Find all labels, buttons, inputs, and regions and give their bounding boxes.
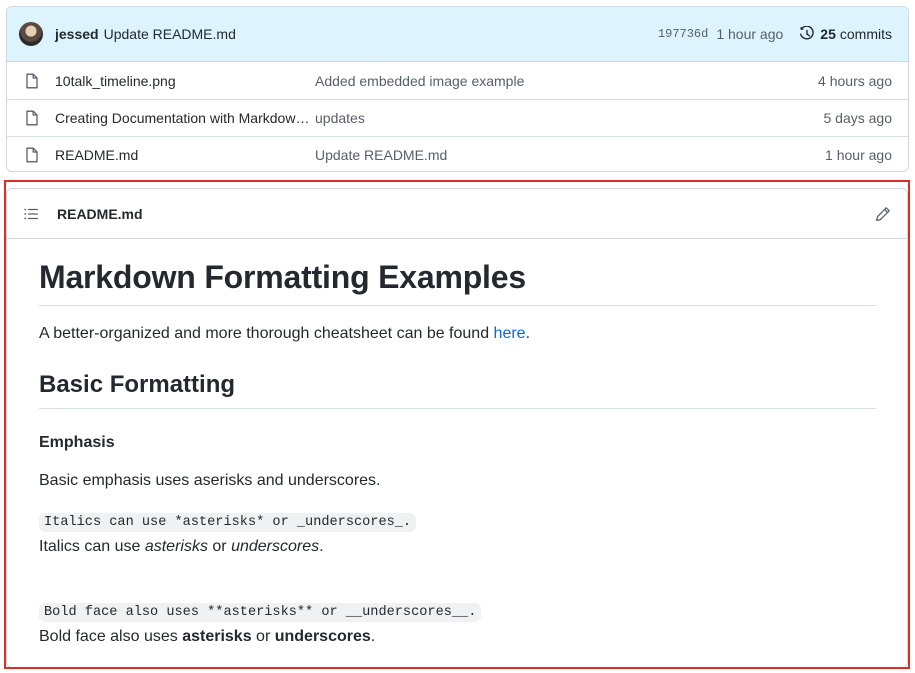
file-name-link[interactable]: README.md (55, 147, 315, 163)
commit-sha[interactable]: 197736d (658, 27, 708, 41)
commit-time: 1 hour ago (716, 26, 784, 42)
file-commit-age: 4 hours ago (818, 72, 892, 89)
file-commit-message[interactable]: Added embedded image example (315, 73, 818, 89)
commits-count: 25 (820, 26, 836, 42)
commit-author[interactable]: jessed (55, 26, 99, 42)
commits-history-link[interactable]: 25 commits (799, 26, 892, 42)
latest-commit-bar: jessed Update README.md 197736d 1 hour a… (7, 7, 908, 62)
avatar[interactable] (19, 22, 43, 46)
commits-label: commits (839, 26, 892, 42)
file-commit-age: 1 hour ago (825, 147, 892, 163)
file-name-link[interactable]: 10talk_timeline.png (55, 73, 315, 89)
file-commit-age: 5 days ago (823, 110, 893, 126)
file-commit-message[interactable]: updates (315, 110, 824, 126)
file-commit-message[interactable]: Update README.md (315, 147, 825, 163)
highlight-frame (4, 180, 910, 669)
file-row: README.md Update README.md 1 hour ago (7, 136, 908, 171)
file-icon (25, 147, 41, 163)
file-row: Creating Documentation with Markdown.md … (7, 99, 908, 136)
commit-message[interactable]: Update README.md (104, 26, 236, 42)
file-list: jessed Update README.md 197736d 1 hour a… (6, 6, 909, 172)
commit-meta: 197736d 1 hour ago 25 commits (658, 26, 892, 42)
file-row: 10talk_timeline.png Added embedded image… (7, 62, 908, 99)
file-icon (25, 110, 41, 126)
file-icon (25, 73, 41, 89)
file-name-link[interactable]: Creating Documentation with Markdown.md (55, 110, 315, 126)
history-icon (800, 26, 815, 40)
